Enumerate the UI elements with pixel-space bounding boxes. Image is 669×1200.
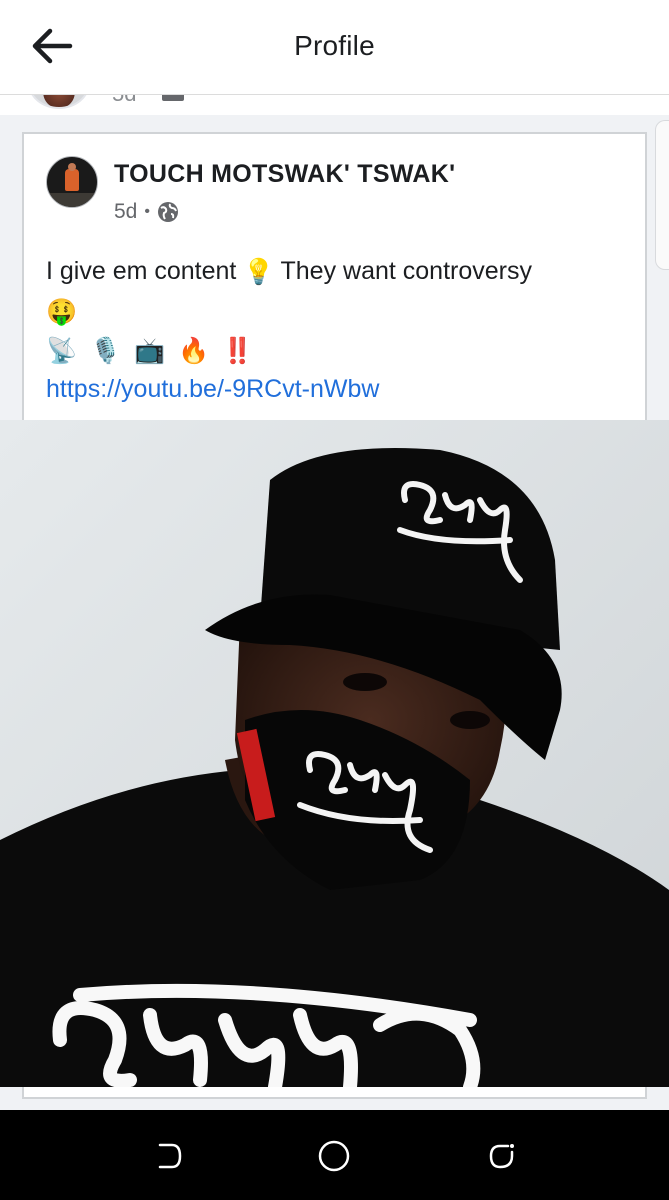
recent-apps-button[interactable] bbox=[152, 1138, 188, 1174]
globe-icon[interactable] bbox=[157, 201, 179, 223]
previous-post-peek[interactable]: 5d bbox=[0, 95, 669, 115]
home-button[interactable] bbox=[316, 1138, 352, 1174]
television-emoji: 📺 bbox=[134, 337, 166, 366]
satellite-emoji: 📡 bbox=[46, 337, 78, 366]
card-bottom bbox=[0, 1087, 669, 1109]
page-title: Profile bbox=[294, 30, 375, 61]
meta-separator: • bbox=[144, 203, 150, 220]
back-icon bbox=[489, 1144, 514, 1169]
previous-post-time: 5d bbox=[112, 95, 136, 107]
fire-emoji: 🔥 bbox=[178, 337, 210, 366]
double-exclamation-emoji: ‼️ bbox=[222, 337, 254, 366]
post-photo[interactable] bbox=[0, 420, 669, 1087]
system-nav-bar bbox=[0, 1110, 669, 1200]
microphone-emoji: 🎙️ bbox=[90, 337, 122, 366]
avatar bbox=[28, 95, 90, 109]
post-text-part2: They want controversy bbox=[280, 257, 532, 285]
friends-icon bbox=[162, 95, 184, 101]
post-time[interactable]: 5d bbox=[114, 200, 137, 224]
youtube-link[interactable]: https://youtu.be/-9RCvt-nWbw bbox=[46, 375, 379, 403]
post-body: I give em content 💡 They want controversy… bbox=[46, 252, 636, 408]
money-mouth-emoji: 🤑 bbox=[46, 297, 78, 326]
photo-image bbox=[0, 420, 669, 1087]
edge-panel-handle[interactable] bbox=[655, 120, 669, 270]
post-meta: 5d • bbox=[114, 200, 179, 224]
post-text-part1: I give em content bbox=[46, 257, 237, 285]
lightbulb-emoji: 💡 bbox=[243, 258, 275, 287]
facebook-profile-screen: Profile 5d TOUCH MOTSWAK' TSWAK' 5d • I … bbox=[0, 0, 669, 1200]
top-app-bar: Profile bbox=[0, 0, 669, 95]
author-avatar[interactable] bbox=[46, 156, 98, 208]
author-name[interactable]: TOUCH MOTSWAK' TSWAK' bbox=[114, 160, 455, 189]
nav-back-button[interactable] bbox=[484, 1138, 520, 1174]
home-icon bbox=[318, 1140, 350, 1172]
recent-apps-icon bbox=[158, 1143, 182, 1169]
